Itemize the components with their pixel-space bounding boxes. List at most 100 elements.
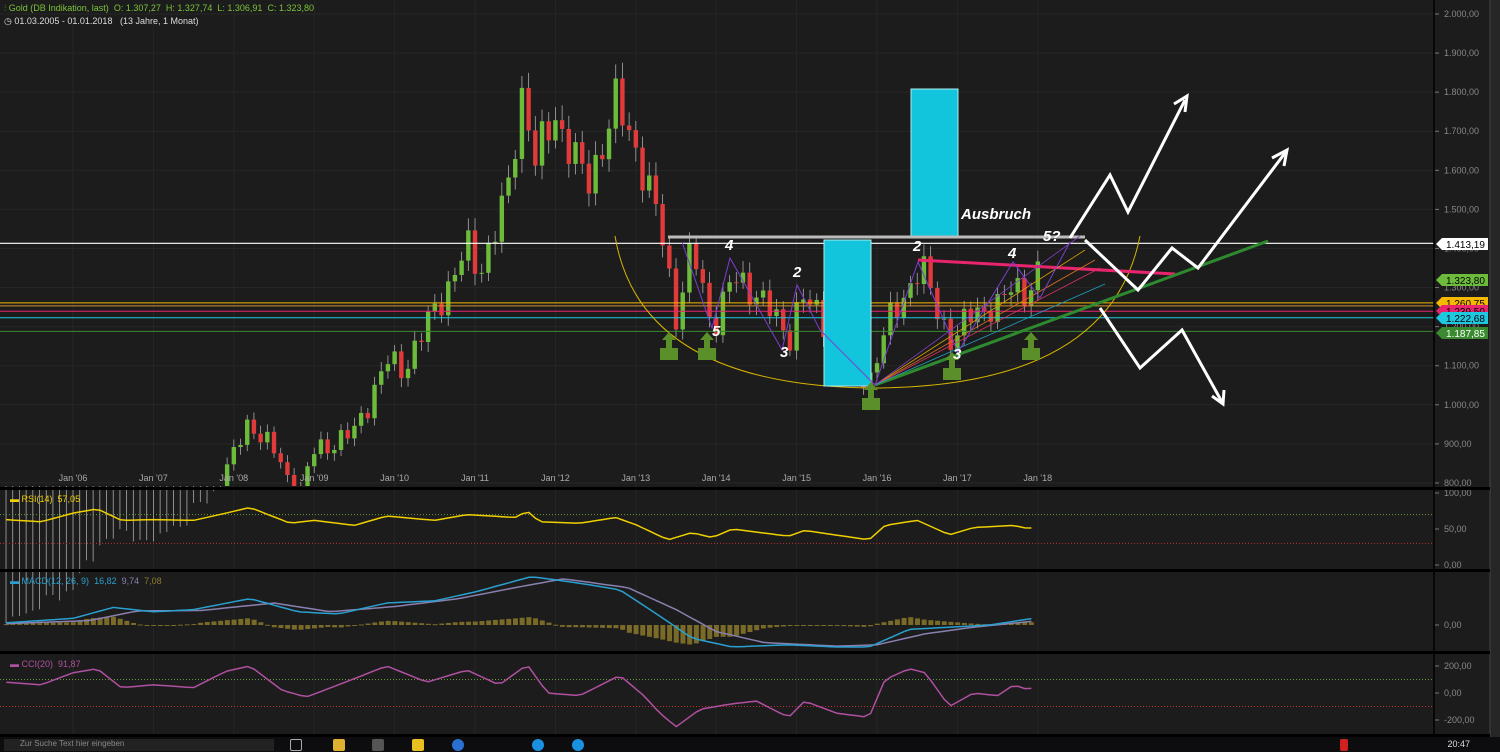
chart-canvas[interactable]: Ausbruch 4 5 3 2 2 3 4 5? Jan '06 Jan '07… xyxy=(0,0,1500,737)
macd-histogram-bar xyxy=(231,619,237,625)
macd-histogram-bar xyxy=(238,618,244,625)
x-tick-label: Jan '17 xyxy=(943,473,972,483)
candle xyxy=(613,78,618,129)
y-tick-label: 800,00 xyxy=(1444,478,1472,488)
candle xyxy=(593,154,598,194)
macd-histogram-bar xyxy=(211,621,217,625)
candle xyxy=(693,243,699,270)
candle xyxy=(452,274,458,282)
macd-histogram-bar xyxy=(888,620,894,625)
macd-histogram-bar xyxy=(881,622,887,625)
macd-histogram-bar xyxy=(506,618,512,625)
y-tick-label: -200,00 xyxy=(1444,715,1475,725)
macd-histogram-bar xyxy=(278,625,284,629)
chart-app-icon[interactable] xyxy=(412,739,424,751)
macd-histogram-bar xyxy=(352,625,358,626)
app-icon[interactable] xyxy=(532,739,544,751)
wave-label: 2 xyxy=(792,264,802,281)
candle xyxy=(446,281,451,316)
macd-histogram-bar xyxy=(908,617,914,625)
candle xyxy=(781,309,786,331)
macd-histogram-bar xyxy=(399,621,405,625)
task-view-icon[interactable] xyxy=(290,739,302,751)
candle xyxy=(894,302,900,318)
y-tick-label: 1.800,00 xyxy=(1444,87,1479,97)
macd-histogram-bar xyxy=(553,624,559,626)
x-tick-label: Jan '06 xyxy=(59,473,88,483)
macd-histogram-bar xyxy=(700,625,706,642)
macd-histogram-bar xyxy=(613,625,619,629)
macd-histogram-bar xyxy=(961,622,967,625)
price-tag-label: 1.413,19 xyxy=(1446,240,1485,251)
tray-icon[interactable] xyxy=(1340,739,1348,751)
candle xyxy=(539,121,545,166)
candle xyxy=(312,454,317,467)
macd-histogram-bar xyxy=(640,625,646,636)
candle xyxy=(620,78,625,126)
macd-histogram-bar xyxy=(499,619,505,625)
macd-histogram-bar xyxy=(311,625,317,629)
macd-histogram-bar xyxy=(948,621,954,625)
macd-histogram-bar xyxy=(104,617,110,625)
x-tick-label: Jan '14 xyxy=(702,473,731,483)
candle xyxy=(479,272,484,274)
macd-histogram-bar xyxy=(492,619,498,625)
macd-histogram-bar xyxy=(693,625,699,644)
candle xyxy=(231,447,237,465)
y-tick-label: 1.100,00 xyxy=(1444,361,1479,371)
price-tag-label: 1.222,68 xyxy=(1446,314,1485,325)
cci-label[interactable]: ▬ CCI(20) 91,87 xyxy=(10,659,81,669)
candle xyxy=(245,419,250,445)
macd-histogram-bar xyxy=(807,625,813,626)
candle xyxy=(640,147,645,191)
candle xyxy=(425,311,431,343)
wave-label: 5? xyxy=(1043,228,1061,245)
candle xyxy=(935,288,940,320)
scrollbar[interactable] xyxy=(1490,0,1500,737)
browser-icon[interactable] xyxy=(452,739,464,751)
candle xyxy=(888,302,893,336)
folder-icon[interactable] xyxy=(333,739,345,751)
macd-histogram-bar xyxy=(586,625,592,628)
candle xyxy=(814,299,819,305)
candle xyxy=(653,175,659,205)
candle xyxy=(673,268,679,330)
macd-histogram-bar xyxy=(874,623,880,625)
macd-histogram-bar xyxy=(861,625,867,627)
app-icon[interactable] xyxy=(372,739,384,751)
x-tick-label: Jan '07 xyxy=(139,473,168,483)
macd-histogram-bar xyxy=(566,625,572,628)
taskbar-search[interactable]: Zur Suche Text hier eingeben xyxy=(4,739,274,751)
candle xyxy=(519,87,525,159)
macd-histogram-bar xyxy=(633,625,639,635)
macd-histogram-bar xyxy=(834,625,840,626)
macd-histogram-bar xyxy=(332,625,338,628)
candle xyxy=(466,230,471,261)
macd-histogram-bar xyxy=(466,621,472,625)
legend-swatch: ▬ xyxy=(10,659,22,669)
macd-histogram-bar xyxy=(479,620,485,625)
macd-histogram-bar xyxy=(191,624,197,626)
macd-label[interactable]: ▬ MACD(12, 26, 9) 16,82 9,74 7,08 xyxy=(10,576,162,586)
instrument-title[interactable]: Gold (DB Indikation, last) xyxy=(9,3,109,13)
macd-histogram-bar xyxy=(734,625,740,636)
y-tick-label: 0,00 xyxy=(1444,688,1462,698)
rsi-label[interactable]: ▬ RSI(14) 57,05 xyxy=(10,494,80,504)
macd-histogram-bar xyxy=(30,623,36,625)
macd-histogram-bar xyxy=(298,625,304,630)
candle xyxy=(606,128,612,160)
macd-histogram-bar xyxy=(854,625,860,627)
y-tick-label: 1.700,00 xyxy=(1444,126,1479,136)
candle xyxy=(734,282,739,284)
y-tick-label: 2.000,00 xyxy=(1444,9,1479,19)
candle xyxy=(358,412,364,426)
macd-histogram-bar xyxy=(606,625,612,629)
candle xyxy=(513,158,518,178)
legend-swatch: ▬ xyxy=(10,576,22,586)
candle xyxy=(807,299,813,305)
candle xyxy=(412,340,417,369)
candle xyxy=(626,125,632,131)
x-tick-label: Jan '11 xyxy=(461,473,489,483)
macd-histogram-bar xyxy=(157,625,163,626)
app-icon[interactable] xyxy=(572,739,584,751)
